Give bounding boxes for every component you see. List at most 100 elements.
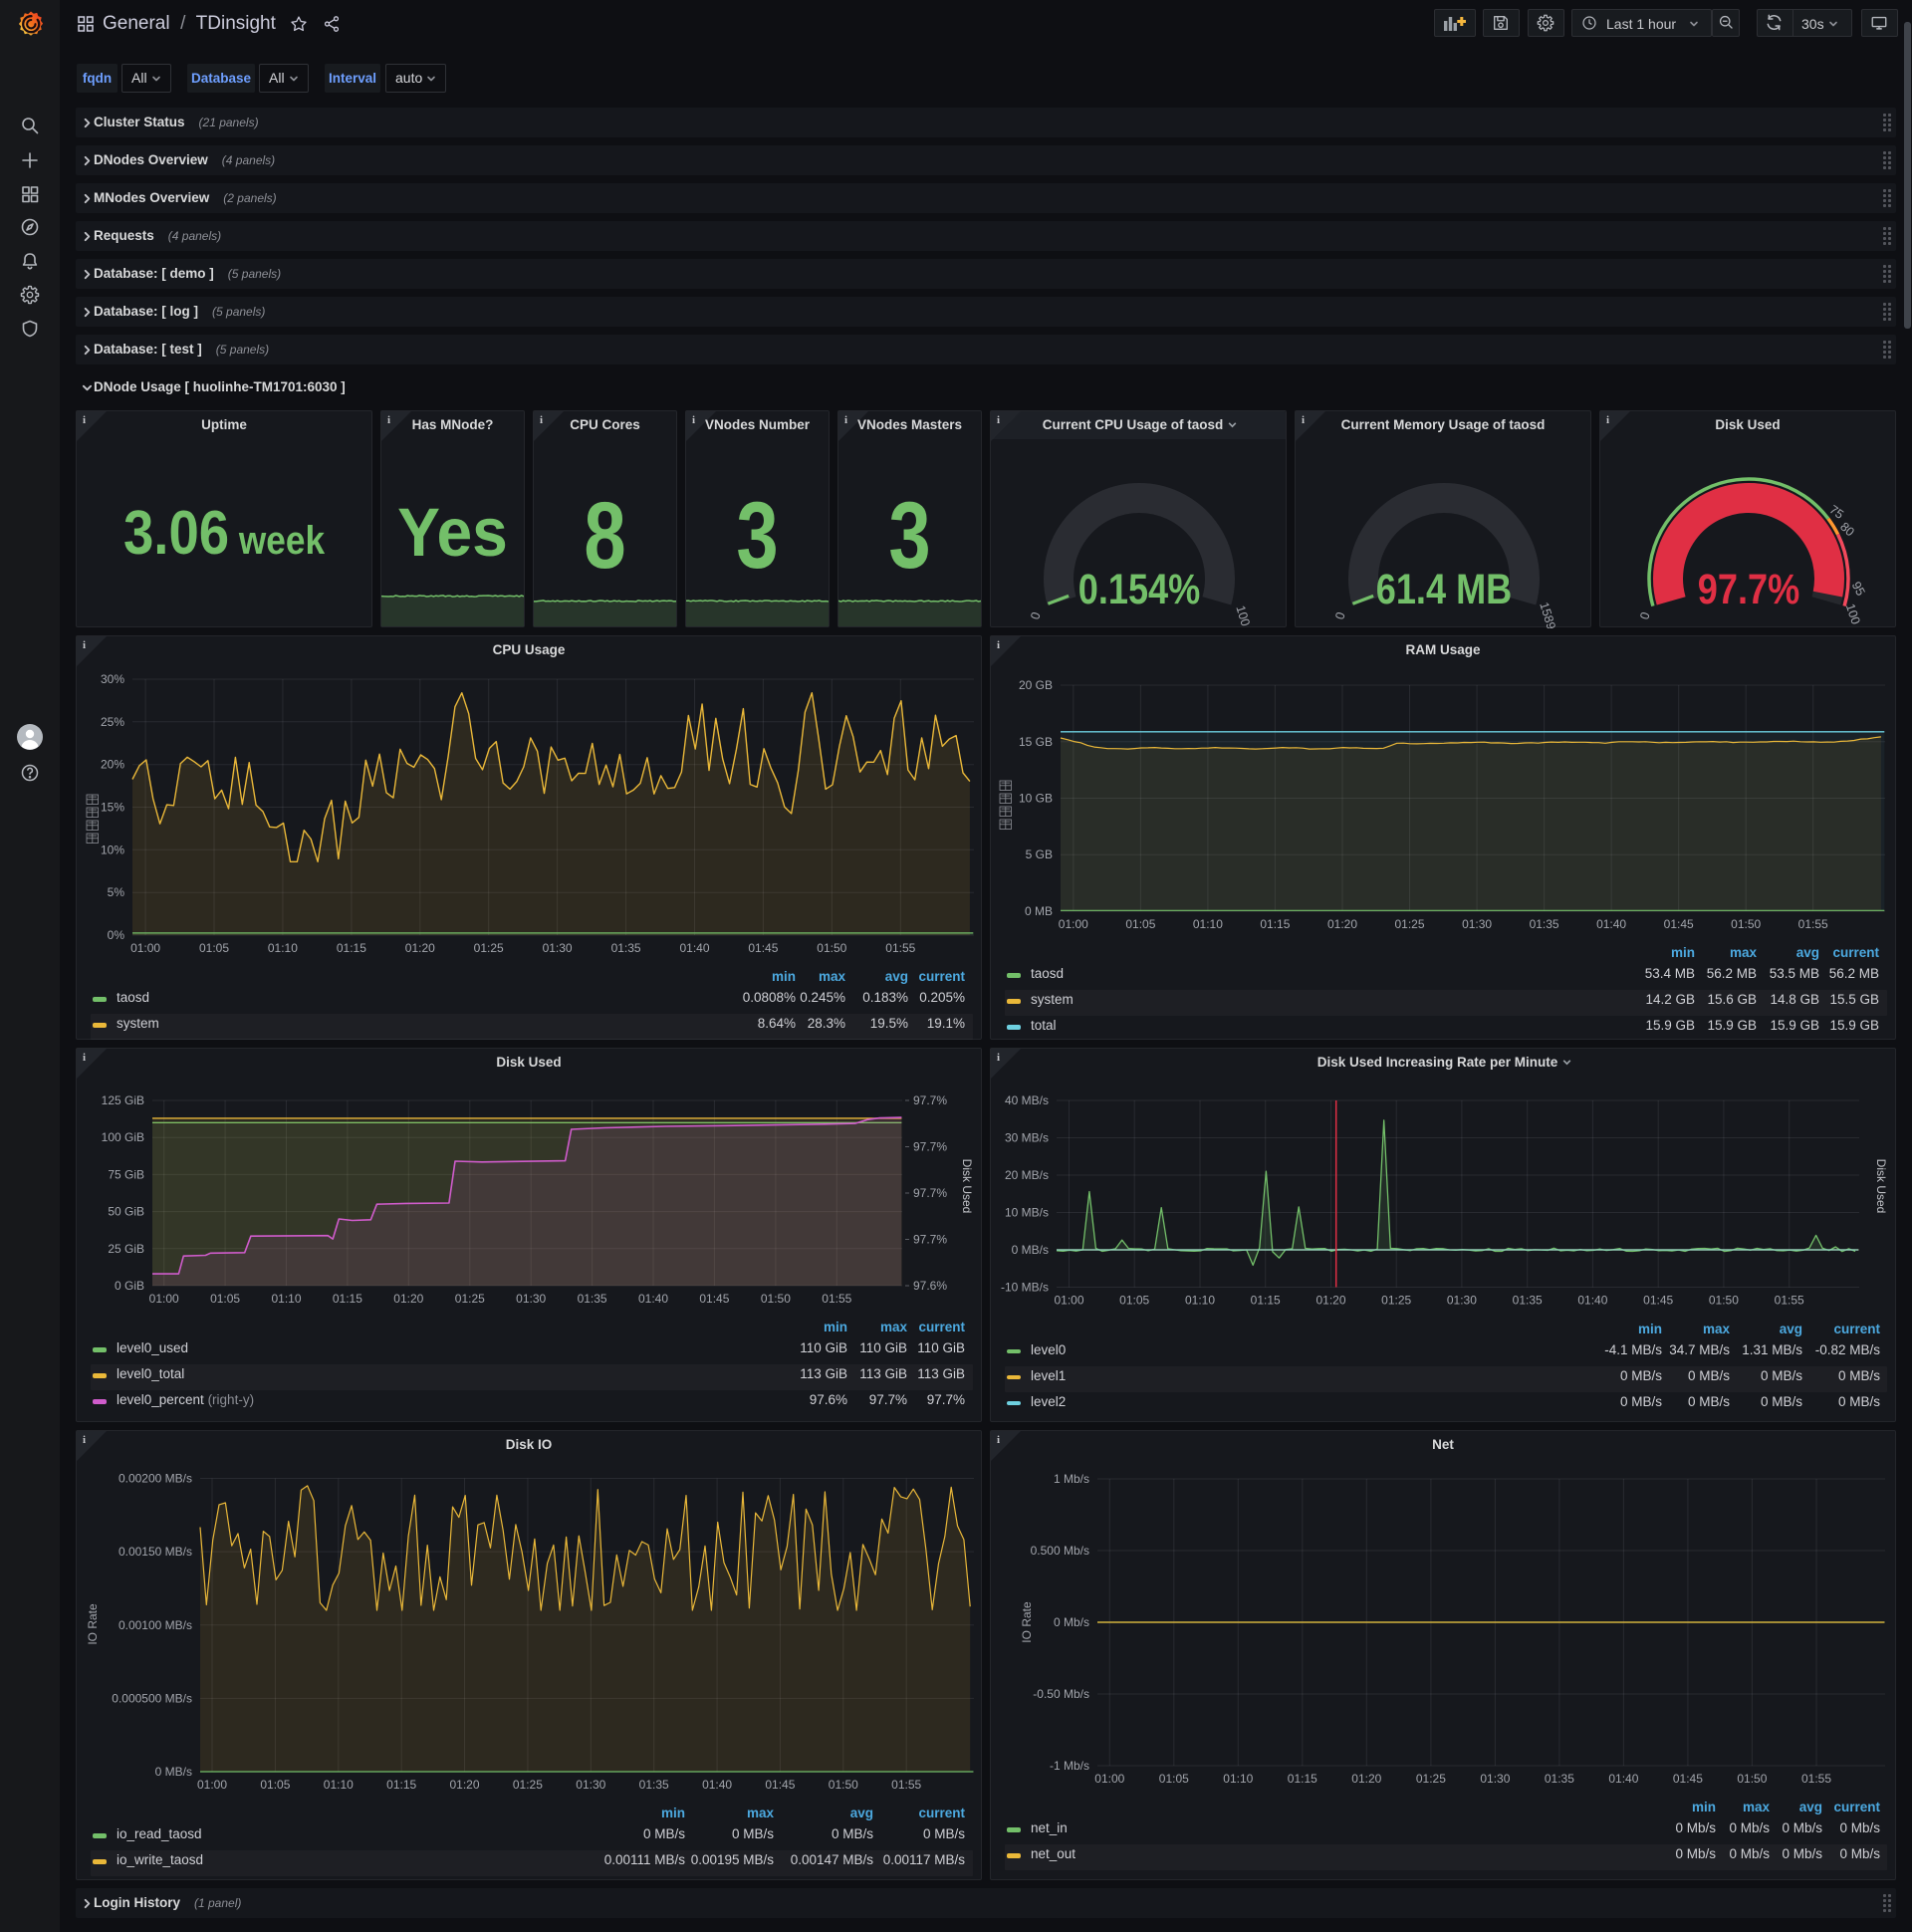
- svg-text:97.7%: 97.7%: [913, 1140, 947, 1154]
- svg-text:0.000500 MB/s: 0.000500 MB/s: [112, 1691, 192, 1705]
- svg-text:5%: 5%: [108, 885, 125, 899]
- svg-text:01:20: 01:20: [405, 941, 435, 955]
- svg-text:0 Mb/s: 0 Mb/s: [1054, 1615, 1089, 1629]
- svg-text:01:15: 01:15: [1260, 917, 1290, 931]
- svg-text:97.7%: 97.7%: [913, 1186, 947, 1200]
- svg-text:01:35: 01:35: [611, 941, 641, 955]
- svg-text:10 MB/s: 10 MB/s: [1005, 1206, 1049, 1220]
- svg-text:01:00: 01:00: [149, 1292, 179, 1306]
- svg-text:01:10: 01:10: [1223, 1772, 1253, 1786]
- svg-text:0.00150 MB/s: 0.00150 MB/s: [119, 1545, 192, 1559]
- svg-text:01:25: 01:25: [455, 1292, 485, 1306]
- svg-text:01:50: 01:50: [761, 1292, 791, 1306]
- svg-text:01:35: 01:35: [639, 1778, 669, 1792]
- svg-text:100 GiB: 100 GiB: [102, 1130, 144, 1144]
- svg-text:01:55: 01:55: [822, 1292, 851, 1306]
- svg-text:01:50: 01:50: [1731, 917, 1761, 931]
- svg-text:01:55: 01:55: [891, 1778, 921, 1792]
- svg-text:0%: 0%: [108, 928, 125, 942]
- svg-text:20%: 20%: [101, 758, 124, 772]
- svg-text:01:10: 01:10: [268, 941, 298, 955]
- svg-text:Disk Used: Disk Used: [1874, 1159, 1888, 1214]
- svg-text:01:15: 01:15: [386, 1778, 416, 1792]
- svg-text:01:15: 01:15: [1288, 1772, 1317, 1786]
- svg-text:01:25: 01:25: [1381, 1294, 1411, 1308]
- svg-text:01:35: 01:35: [1530, 917, 1559, 931]
- svg-text:125 GiB: 125 GiB: [102, 1093, 144, 1107]
- svg-text:01:05: 01:05: [1125, 917, 1155, 931]
- svg-text:01:40: 01:40: [679, 941, 709, 955]
- svg-text:01:35: 01:35: [1513, 1294, 1543, 1308]
- svg-text:01:45: 01:45: [1664, 917, 1694, 931]
- svg-text:15%: 15%: [101, 801, 124, 815]
- svg-text:01:20: 01:20: [449, 1778, 479, 1792]
- svg-text:01:50: 01:50: [1709, 1294, 1739, 1308]
- svg-text:01:45: 01:45: [748, 941, 778, 955]
- svg-text:01:00: 01:00: [1094, 1772, 1124, 1786]
- svg-text:01:15: 01:15: [337, 941, 366, 955]
- svg-text:50 GiB: 50 GiB: [108, 1205, 144, 1219]
- svg-text:01:40: 01:40: [638, 1292, 668, 1306]
- svg-text:01:00: 01:00: [197, 1778, 227, 1792]
- svg-text:01:50: 01:50: [817, 941, 846, 955]
- svg-text:30 MB/s: 30 MB/s: [1005, 1131, 1049, 1145]
- svg-text:Disk Used: Disk Used: [960, 1159, 974, 1214]
- svg-text:01:20: 01:20: [1327, 917, 1357, 931]
- svg-text:0.500 Mb/s: 0.500 Mb/s: [1031, 1544, 1089, 1558]
- svg-text:01:05: 01:05: [1159, 1772, 1189, 1786]
- svg-text:01:45: 01:45: [1673, 1772, 1703, 1786]
- svg-text:-10 MB/s: -10 MB/s: [1001, 1281, 1049, 1295]
- svg-text:97.6%: 97.6%: [913, 1279, 947, 1293]
- svg-text:01:05: 01:05: [210, 1292, 240, 1306]
- svg-text:01:25: 01:25: [474, 941, 504, 955]
- svg-text:0 MB: 0 MB: [1025, 904, 1053, 918]
- svg-text:01:20: 01:20: [1315, 1294, 1345, 1308]
- svg-text:IO Rate: IO Rate: [86, 1603, 100, 1645]
- svg-text:01:40: 01:40: [1596, 917, 1626, 931]
- svg-text:01:50: 01:50: [1737, 1772, 1767, 1786]
- svg-text:01:45: 01:45: [699, 1292, 729, 1306]
- svg-text:25 GiB: 25 GiB: [108, 1242, 144, 1256]
- svg-text:01:30: 01:30: [1480, 1772, 1510, 1786]
- svg-text:10%: 10%: [101, 843, 124, 856]
- svg-text:1 Mb/s: 1 Mb/s: [1054, 1472, 1089, 1486]
- svg-text:01:40: 01:40: [1577, 1294, 1607, 1308]
- svg-text:40 MB/s: 40 MB/s: [1005, 1093, 1049, 1107]
- svg-text:01:15: 01:15: [333, 1292, 362, 1306]
- svg-text:01:30: 01:30: [1462, 917, 1492, 931]
- svg-text:01:35: 01:35: [578, 1292, 607, 1306]
- svg-text:97.7%: 97.7%: [913, 1233, 947, 1247]
- svg-text:01:05: 01:05: [1119, 1294, 1149, 1308]
- svg-text:01:30: 01:30: [1447, 1294, 1477, 1308]
- svg-text:01:25: 01:25: [1416, 1772, 1446, 1786]
- svg-text:20 GB: 20 GB: [1019, 678, 1053, 692]
- svg-text:20 MB/s: 20 MB/s: [1005, 1168, 1049, 1182]
- svg-text:01:05: 01:05: [199, 941, 229, 955]
- svg-text:0 GiB: 0 GiB: [115, 1279, 144, 1293]
- svg-text:01:10: 01:10: [271, 1292, 301, 1306]
- svg-text:01:55: 01:55: [1775, 1294, 1804, 1308]
- svg-text:01:00: 01:00: [1054, 1294, 1083, 1308]
- svg-text:01:35: 01:35: [1545, 1772, 1574, 1786]
- svg-text:01:20: 01:20: [393, 1292, 423, 1306]
- svg-text:01:25: 01:25: [1394, 917, 1424, 931]
- svg-text:5 GB: 5 GB: [1026, 847, 1053, 861]
- svg-text:01:30: 01:30: [543, 941, 573, 955]
- svg-text:IO Rate: IO Rate: [1020, 1601, 1034, 1643]
- svg-text:15 GB: 15 GB: [1019, 735, 1053, 749]
- svg-text:01:00: 01:00: [130, 941, 160, 955]
- svg-text:01:40: 01:40: [702, 1778, 732, 1792]
- svg-text:97.7%: 97.7%: [913, 1093, 947, 1107]
- svg-text:0 MB/s: 0 MB/s: [1012, 1243, 1049, 1257]
- svg-text:01:20: 01:20: [1351, 1772, 1381, 1786]
- svg-text:01:15: 01:15: [1251, 1294, 1281, 1308]
- svg-text:01:55: 01:55: [1801, 1772, 1831, 1786]
- svg-text:01:50: 01:50: [829, 1778, 858, 1792]
- svg-text:01:10: 01:10: [324, 1778, 354, 1792]
- svg-text:25%: 25%: [101, 715, 124, 729]
- svg-text:01:00: 01:00: [1059, 917, 1088, 931]
- svg-text:-0.50 Mb/s: -0.50 Mb/s: [1033, 1687, 1089, 1701]
- svg-text:01:25: 01:25: [513, 1778, 543, 1792]
- svg-text:01:45: 01:45: [1643, 1294, 1673, 1308]
- svg-text:30%: 30%: [101, 672, 124, 686]
